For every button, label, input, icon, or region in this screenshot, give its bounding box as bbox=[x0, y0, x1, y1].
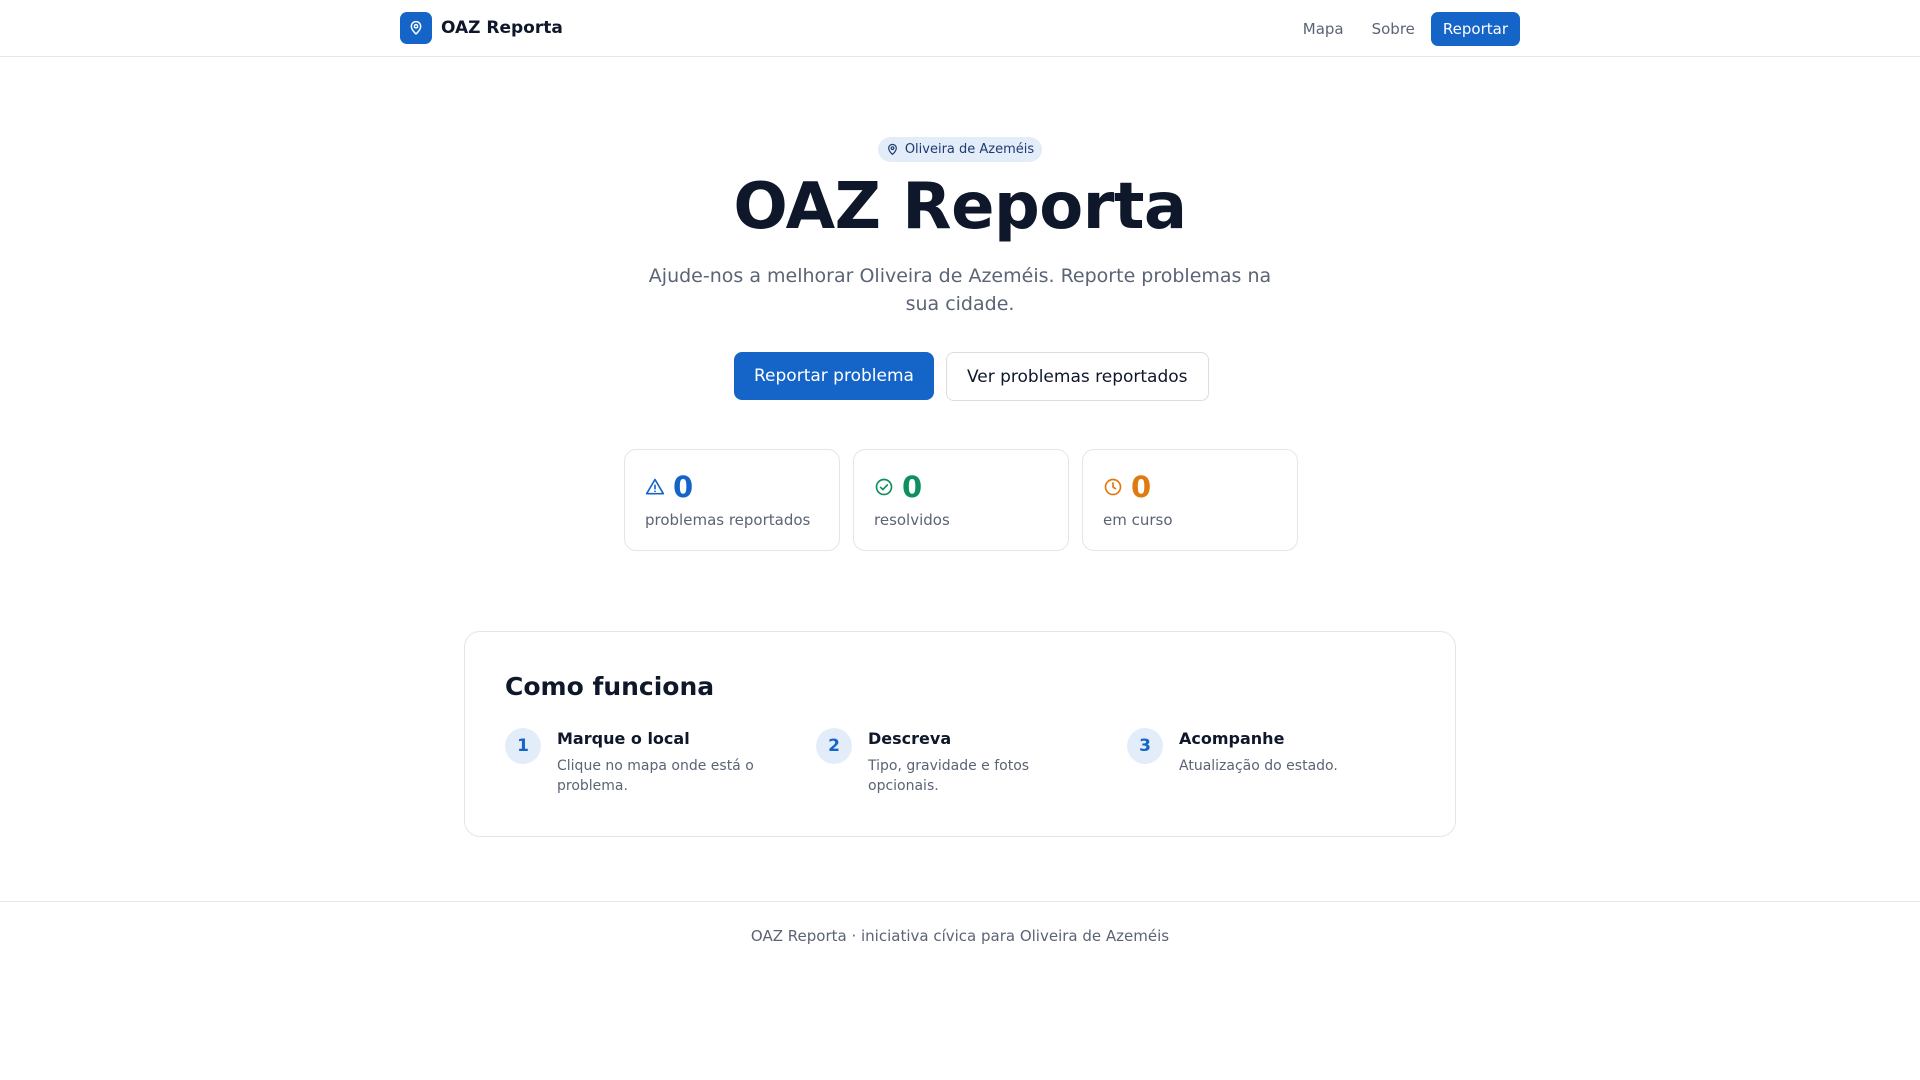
stat-label-reported: problemas reportados bbox=[645, 511, 811, 529]
stat-value-resolved: 0 bbox=[902, 470, 923, 504]
location-badge-label: Oliveira de Azeméis bbox=[904, 142, 1035, 157]
hero-subtitle: Ajude-nos a melhorar Oliveira de Azeméis… bbox=[648, 265, 1272, 315]
step-item: 3 Acompanhe Atualização do estado. bbox=[1127, 728, 1438, 796]
brand[interactable]: OAZ Reporta bbox=[400, 12, 563, 44]
step-number: 2 bbox=[816, 728, 852, 764]
footer: OAZ Reporta · iniciativa cívica para Oli… bbox=[0, 901, 1920, 961]
page-title: OAZ Reporta bbox=[733, 170, 1187, 244]
stat-label-resolved: resolvidos bbox=[874, 511, 950, 529]
step-description: Tipo, gravidade e fotos opcionais. bbox=[868, 758, 1030, 794]
top-navbar: OAZ Reporta Mapa Sobre Reportar bbox=[0, 0, 1920, 57]
stat-card-in-progress: 0 em curso bbox=[1082, 449, 1298, 551]
location-badge: Oliveira de Azeméis bbox=[878, 137, 1042, 162]
stat-label-in-progress: em curso bbox=[1103, 511, 1173, 529]
map-pin-icon bbox=[887, 143, 897, 155]
footer-text: OAZ Reporta · iniciativa cívica para Oli… bbox=[750, 927, 1170, 945]
how-it-works-title: Como funciona bbox=[505, 672, 715, 701]
nav-report-button[interactable]: Reportar bbox=[1430, 12, 1520, 46]
view-reports-button[interactable]: Ver problemas reportados bbox=[945, 352, 1209, 401]
step-number: 3 bbox=[1127, 728, 1163, 764]
how-it-works-card: Como funciona 1 Marque o local Clique no… bbox=[464, 631, 1456, 837]
steps-list: 1 Marque o local Clique no mapa onde est… bbox=[505, 728, 1438, 796]
brand-name: OAZ Reporta bbox=[441, 18, 563, 38]
check-circle-icon bbox=[875, 478, 893, 496]
step-title: Marque o local bbox=[557, 729, 690, 748]
stat-card-reported: 0 problemas reportados bbox=[624, 449, 840, 551]
step-title: Descreva bbox=[868, 729, 952, 748]
cta-group: Reportar problema Ver problemas reportad… bbox=[734, 352, 1209, 401]
step-description: Clique no mapa onde está o problema. bbox=[557, 758, 754, 794]
step-number: 1 bbox=[505, 728, 541, 764]
clock-icon bbox=[1104, 478, 1122, 496]
stat-card-resolved: 0 resolvidos bbox=[853, 449, 1069, 551]
step-description: Atualização do estado. bbox=[1179, 758, 1338, 774]
step-item: 1 Marque o local Clique no mapa onde est… bbox=[505, 728, 816, 796]
map-pin-icon bbox=[400, 12, 432, 44]
report-problem-button[interactable]: Reportar problema bbox=[734, 352, 934, 400]
stats-row: 0 problemas reportados 0 resolvidos 0 em… bbox=[624, 449, 1298, 551]
step-item: 2 Descreva Tipo, gravidade e fotos opcio… bbox=[816, 728, 1127, 796]
stat-value-reported: 0 bbox=[673, 470, 694, 504]
step-title: Acompanhe bbox=[1179, 729, 1285, 748]
warning-icon bbox=[645, 478, 665, 495]
main-nav: Mapa Sobre Reportar bbox=[1289, 12, 1520, 46]
nav-link-about[interactable]: Sobre bbox=[1358, 12, 1429, 46]
stat-value-in-progress: 0 bbox=[1131, 470, 1152, 504]
nav-link-map[interactable]: Mapa bbox=[1289, 12, 1358, 46]
